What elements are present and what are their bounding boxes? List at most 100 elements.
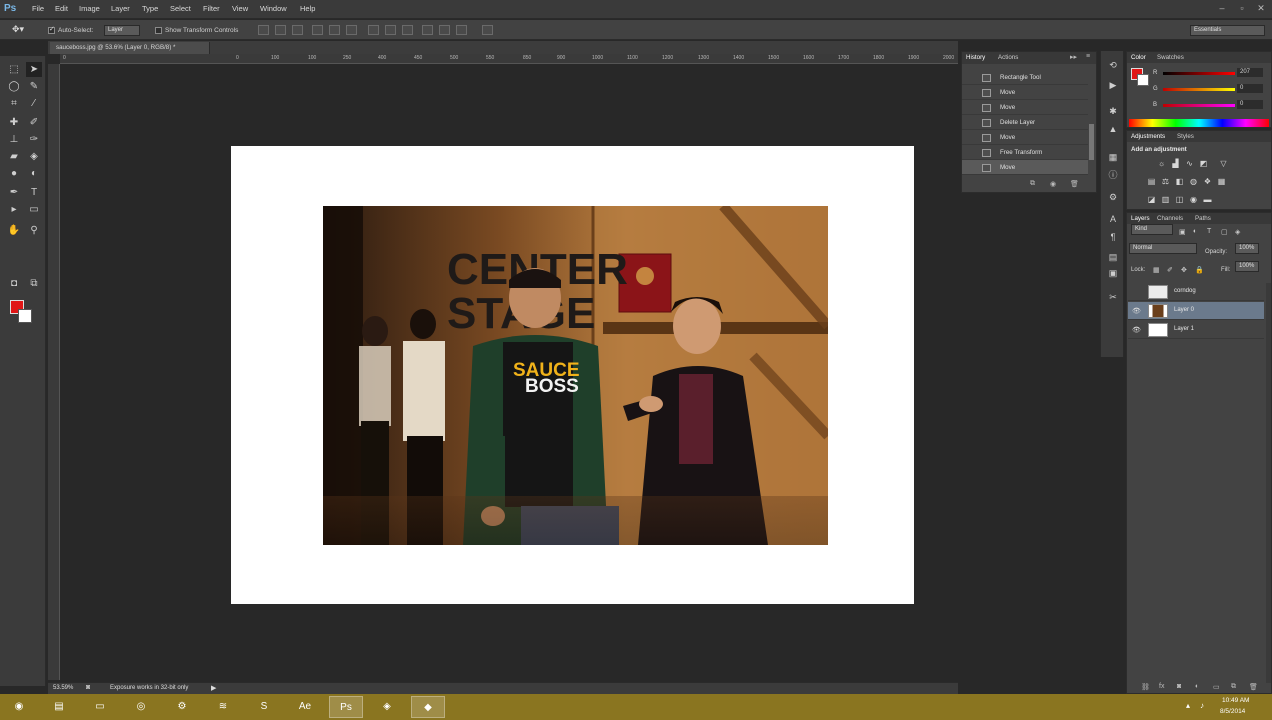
paragraph-panel-icon[interactable]: ¶ xyxy=(1107,231,1119,243)
tool-presets-icon[interactable]: ✂ xyxy=(1107,291,1119,303)
path-selection-tool-icon[interactable]: ▸ xyxy=(6,202,22,217)
history-item[interactable]: Delete Layer xyxy=(962,115,1088,130)
filter-smart-object-icon[interactable]: ◈ xyxy=(1235,228,1240,236)
tab-channels[interactable]: Channels xyxy=(1157,215,1183,222)
panel-collapse-icon[interactable]: ▸▸ xyxy=(1070,53,1077,61)
blue-slider[interactable] xyxy=(1163,104,1235,107)
menu-help[interactable]: Help xyxy=(300,4,315,13)
gradient-map-icon[interactable]: ▬ xyxy=(1203,195,1212,204)
unknown-app-2-icon[interactable]: ◆ xyxy=(411,696,445,718)
distribute-bottom-icon[interactable] xyxy=(402,25,413,35)
tab-swatches[interactable]: Swatches xyxy=(1157,54,1184,61)
tray-volume-icon[interactable]: ♪ xyxy=(1200,701,1204,710)
tab-adjustments[interactable]: Adjustments xyxy=(1131,133,1165,140)
layer-style-fx-icon[interactable]: fx xyxy=(1159,683,1164,690)
tab-actions[interactable]: Actions xyxy=(998,54,1018,61)
tab-color[interactable]: Color xyxy=(1131,54,1146,61)
eyedropper-tool-icon[interactable]: ⁄ xyxy=(26,96,42,111)
steam-icon[interactable]: ⚙ xyxy=(165,696,199,718)
tab-styles[interactable]: Styles xyxy=(1177,133,1194,140)
distribute-top-icon[interactable] xyxy=(368,25,379,35)
align-vcenter-icon[interactable] xyxy=(275,25,286,35)
levels-icon[interactable]: ▟ xyxy=(1171,159,1180,168)
menu-view[interactable]: View xyxy=(232,4,248,13)
selective-color-icon[interactable]: ◉ xyxy=(1189,195,1198,204)
paint-bucket-tool-icon[interactable]: ◈ xyxy=(26,149,42,164)
actions-panel-icon[interactable]: ▶ xyxy=(1107,79,1119,91)
filter-shape-icon[interactable]: ▢ xyxy=(1221,228,1228,236)
quick-select-tool-icon[interactable]: ✎ xyxy=(26,79,42,94)
clock-date[interactable]: 8/5/2014 xyxy=(1220,708,1245,715)
black-white-icon[interactable]: ◧ xyxy=(1175,177,1184,186)
tab-paths[interactable]: Paths xyxy=(1195,215,1211,222)
healing-brush-tool-icon[interactable]: ✚ xyxy=(6,115,22,130)
menu-filter[interactable]: Filter xyxy=(203,4,220,13)
filter-type-icon[interactable]: T xyxy=(1207,228,1211,235)
workspace-dropdown[interactable]: Essentials xyxy=(1190,25,1265,36)
distribute-left-icon[interactable] xyxy=(422,25,433,35)
panel-menu-icon[interactable]: ≡ xyxy=(1086,53,1090,60)
add-mask-icon[interactable]: ◙ xyxy=(1177,683,1181,690)
type-tool-icon[interactable]: T xyxy=(26,185,42,200)
clone-stamp-tool-icon[interactable]: ⊥ xyxy=(6,132,22,147)
menu-file[interactable]: File xyxy=(32,4,44,13)
menu-type[interactable]: Type xyxy=(142,4,158,13)
lasso-tool-icon[interactable]: ◯ xyxy=(6,79,22,94)
properties-panel-icon[interactable]: ⚙ xyxy=(1107,191,1119,203)
delete-layer-icon[interactable]: 🗑 xyxy=(1249,683,1258,691)
fill-field[interactable]: 100% xyxy=(1235,261,1259,272)
hue-saturation-icon[interactable]: ▤ xyxy=(1147,177,1156,186)
zoom-tool-icon[interactable]: ⚲ xyxy=(26,223,42,238)
show-transform-checkbox[interactable] xyxy=(155,27,162,34)
blur-tool-icon[interactable]: ● xyxy=(6,166,22,181)
align-top-icon[interactable] xyxy=(258,25,269,35)
history-item[interactable]: Move xyxy=(962,85,1088,100)
spotify-icon[interactable]: ≋ xyxy=(206,696,240,718)
distribute-vcenter-icon[interactable] xyxy=(385,25,396,35)
distribute-right-icon[interactable] xyxy=(456,25,467,35)
filter-pixel-icon[interactable]: ▣ xyxy=(1179,228,1186,236)
history-item[interactable]: Move xyxy=(962,100,1088,115)
auto-select-dropdown[interactable]: Layer xyxy=(104,25,140,36)
invert-icon[interactable]: ◪ xyxy=(1147,195,1156,204)
align-hcenter-icon[interactable] xyxy=(329,25,340,35)
brush-panel-icon[interactable]: ✱ xyxy=(1107,105,1119,117)
menu-image[interactable]: Image xyxy=(79,4,100,13)
history-item[interactable]: Free Transform xyxy=(962,145,1088,160)
channel-mixer-icon[interactable]: ❖ xyxy=(1203,177,1212,186)
pen-tool-icon[interactable]: ✒ xyxy=(6,185,22,200)
menu-select[interactable]: Select xyxy=(170,4,191,13)
color-background-swatch[interactable] xyxy=(1137,74,1149,86)
align-bottom-icon[interactable] xyxy=(292,25,303,35)
photo-layer[interactable]: CENTER STAGE SAUCE BOSS xyxy=(323,206,828,545)
layer-row-selected[interactable]: 👁 Layer 0 xyxy=(1128,302,1264,320)
zoom-readout[interactable]: 53.59% xyxy=(53,685,73,691)
skype-icon[interactable]: S xyxy=(247,696,281,718)
distribute-hcenter-icon[interactable] xyxy=(439,25,450,35)
crop-tool-icon[interactable]: ⌗ xyxy=(6,96,22,111)
after-effects-icon[interactable]: Ae xyxy=(288,696,322,718)
threshold-icon[interactable]: ◫ xyxy=(1175,195,1184,204)
lock-pixels-icon[interactable]: ✐ xyxy=(1167,266,1173,274)
green-slider[interactable] xyxy=(1163,88,1235,91)
photoshop-icon[interactable]: Ps xyxy=(329,696,363,718)
posterize-icon[interactable]: ▥ xyxy=(1161,195,1170,204)
marquee-tool-icon[interactable]: ⬚ xyxy=(6,62,22,77)
layer-filter-dropdown[interactable]: Kind xyxy=(1131,224,1173,235)
photo-filter-icon[interactable]: ◍ xyxy=(1189,177,1198,186)
new-adjustment-layer-icon[interactable]: ◐ xyxy=(1195,683,1199,690)
color-ramp[interactable] xyxy=(1129,119,1269,127)
swatch-grid-icon[interactable]: ▦ xyxy=(1107,151,1119,163)
close-icon[interactable]: ✕ xyxy=(1255,3,1267,14)
dodge-tool-icon[interactable]: ◐ xyxy=(26,166,42,181)
menu-edit[interactable]: Edit xyxy=(55,4,68,13)
background-color-swatch[interactable] xyxy=(18,309,32,323)
red-slider[interactable] xyxy=(1163,72,1235,75)
clone-source-icon[interactable]: ▲ xyxy=(1107,123,1119,135)
screen-mode-icon[interactable]: ⧉ xyxy=(26,276,42,291)
tab-history[interactable]: History xyxy=(966,54,985,61)
history-item[interactable]: Move xyxy=(962,130,1088,145)
vibrance-icon[interactable]: ▽ xyxy=(1219,159,1228,168)
document-tab[interactable]: sauceboss.jpg @ 53.6% (Layer 0, RGB/8) * xyxy=(50,42,210,54)
status-menu-arrow-icon[interactable]: ▶ xyxy=(211,684,216,692)
